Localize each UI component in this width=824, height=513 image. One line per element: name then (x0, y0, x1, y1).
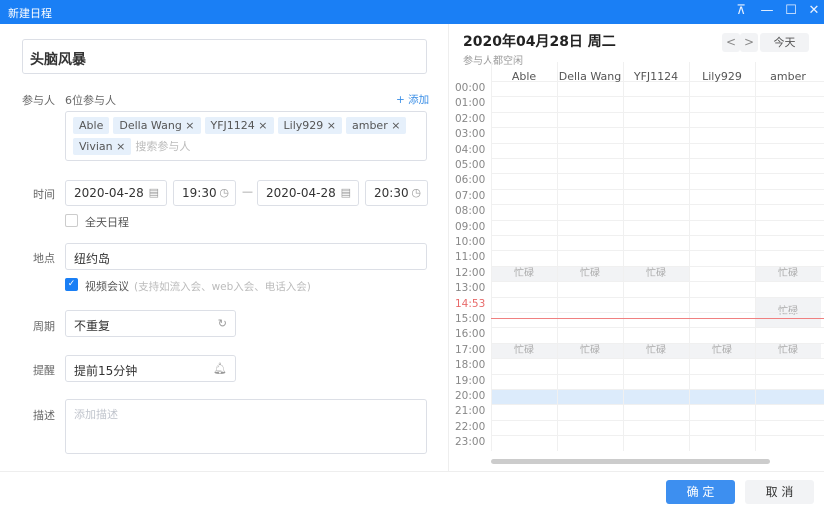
hour-gridline (491, 419, 824, 421)
hour-gridline (491, 204, 824, 206)
column-header-della-wang: Della Wang (558, 70, 622, 83)
hour-label: 17:00 (455, 343, 486, 356)
column-header-able: Able (511, 70, 537, 83)
hour-label: 12:00 (455, 266, 486, 279)
busy-block: 忙碌 (557, 265, 623, 282)
hour-label: 15:00 (455, 313, 486, 325)
hour-gridline (491, 281, 824, 283)
hour-gridline (491, 389, 824, 390)
availability-grid: 忙碌忙碌忙碌忙碌忙碌忙碌忙碌忙碌忙碌忙碌00:0001:0002:0003:00… (0, 0, 824, 513)
cancel-button[interactable]: 取 消 (745, 480, 814, 504)
hour-label: 01:00 (455, 97, 486, 110)
busy-block: 忙碌 (491, 265, 557, 282)
column-divider (623, 62, 624, 451)
selected-time-range (491, 389, 824, 405)
hour-gridline (491, 342, 824, 344)
hour-label: 05:00 (455, 159, 486, 171)
hour-gridline (491, 373, 824, 375)
busy-block: 忙碌 (557, 342, 623, 359)
current-time-line (491, 318, 824, 319)
hour-label: 00:00 (455, 82, 486, 94)
hour-label: 18:00 (455, 359, 486, 372)
hour-label: 07:00 (455, 189, 486, 202)
hour-gridline (491, 158, 824, 159)
busy-block: 忙碌 (491, 342, 557, 359)
hour-gridline (491, 173, 824, 175)
hour-gridline (491, 404, 824, 406)
hour-gridline (491, 327, 824, 329)
hour-gridline (491, 142, 824, 144)
column-divider (755, 62, 756, 451)
hour-gridline (491, 296, 824, 298)
hour-label: 04:00 (455, 143, 486, 156)
hour-label: 22:00 (455, 420, 486, 433)
hour-gridline (491, 435, 824, 437)
hour-gridline (491, 111, 824, 113)
current-time-label: 14:53 (455, 297, 486, 310)
hour-gridline (491, 358, 824, 360)
hour-label: 21:00 (455, 405, 486, 418)
hour-label: 11:00 (455, 251, 486, 264)
hour-gridline (491, 127, 824, 129)
hour-label: 06:00 (455, 174, 486, 187)
hour-label: 09:00 (455, 220, 486, 233)
column-header-lily929: Lily929 (702, 70, 742, 83)
busy-block: 忙碌 (689, 342, 755, 359)
hour-label: 16:00 (455, 328, 486, 341)
hour-label: 03:00 (455, 128, 486, 141)
hour-label: 13:00 (455, 282, 486, 295)
hour-gridline (491, 219, 824, 221)
hour-gridline (491, 235, 824, 236)
busy-block: 忙碌 (623, 342, 689, 359)
confirm-button[interactable]: 确 定 (666, 480, 735, 504)
column-divider (689, 62, 690, 451)
busy-block: 忙碌 (755, 342, 821, 359)
column-divider (491, 62, 492, 451)
hour-gridline (491, 312, 824, 313)
hour-label: 23:00 (455, 436, 486, 449)
column-header-amber: amber (770, 70, 806, 83)
hour-gridline (491, 265, 824, 267)
hour-gridline (491, 250, 824, 252)
hour-gridline (491, 188, 824, 190)
column-divider (557, 62, 558, 451)
hour-label: 08:00 (455, 205, 486, 218)
hour-label: 19:00 (455, 374, 486, 387)
hour-gridline (491, 96, 824, 98)
busy-block: 忙碌 (623, 265, 689, 282)
hour-label: 02:00 (455, 112, 486, 125)
busy-block: 忙碌 (755, 265, 821, 282)
horizontal-scrollbar[interactable] (491, 459, 770, 464)
column-header-yfj1124: YFJ1124 (633, 70, 679, 83)
footer-divider (0, 471, 824, 472)
hour-label: 10:00 (455, 236, 486, 248)
hour-label: 20:00 (455, 390, 486, 402)
